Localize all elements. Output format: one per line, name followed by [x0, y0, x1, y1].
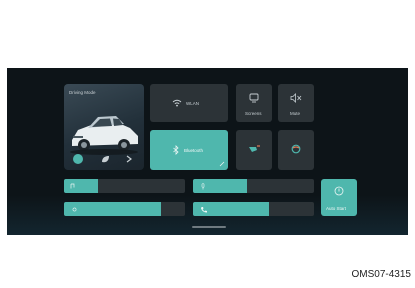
mode-eco-button[interactable]	[73, 154, 83, 164]
screens-tile[interactable]: Screens	[236, 84, 272, 122]
steering-heat-icon	[291, 144, 301, 154]
driving-mode-card[interactable]: Driving Mode	[64, 84, 144, 170]
phone-icon	[201, 206, 207, 213]
monitor-icon	[249, 93, 259, 103]
bluetooth-icon	[173, 145, 179, 155]
figure-code: OMS07-4315	[351, 269, 411, 280]
mute-label: Mute	[290, 111, 301, 116]
wlan-label: WLAN	[186, 100, 200, 106]
sport-icon[interactable]	[124, 154, 134, 164]
home-indicator[interactable]	[192, 226, 226, 228]
climate-tile[interactable]	[236, 130, 272, 170]
wifi-icon	[172, 99, 182, 107]
power-icon	[334, 186, 344, 196]
bluetooth-tile[interactable]: Bluetooth	[150, 130, 228, 170]
leaf-icon[interactable]	[100, 154, 110, 164]
wlan-tile[interactable]: WLAN	[150, 84, 228, 122]
brightness-slider[interactable]	[64, 202, 185, 216]
edit-corner-icon[interactable]	[219, 161, 225, 167]
brightness-icon	[72, 207, 77, 211]
seat-heat-tile[interactable]	[278, 130, 314, 170]
auto-start-tile[interactable]: Auto Start	[321, 179, 357, 216]
microphone-icon	[201, 182, 205, 189]
voice-volume-slider[interactable]	[193, 179, 314, 193]
mute-tile[interactable]: Mute	[278, 84, 314, 122]
call-volume-slider[interactable]	[193, 202, 314, 216]
speaker-mute-icon	[290, 93, 302, 103]
fan-icon	[249, 145, 260, 152]
screens-label: Screens	[245, 111, 262, 116]
music-note-icon	[70, 183, 75, 188]
brightness-fill	[64, 202, 161, 216]
music-volume-slider[interactable]	[64, 179, 185, 193]
auto-start-label: Auto Start	[326, 206, 347, 211]
bluetooth-label: Bluetooth	[184, 147, 204, 153]
